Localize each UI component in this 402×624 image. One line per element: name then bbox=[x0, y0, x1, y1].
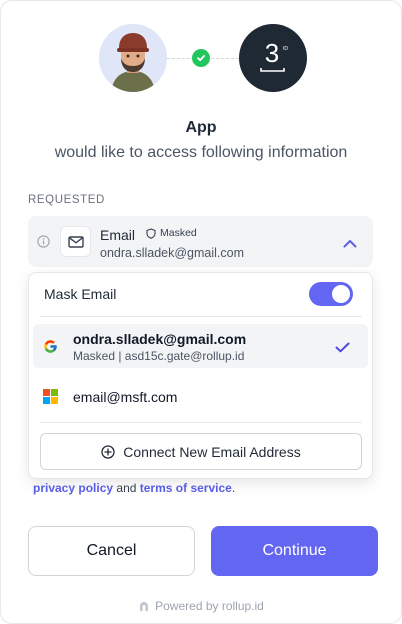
email-option-microsoft[interactable]: email@msft.com bbox=[33, 376, 368, 416]
option-email: ondra.slladek@gmail.com bbox=[73, 331, 247, 347]
email-option-google[interactable]: ondra.slladek@gmail.com Masked | asd15c.… bbox=[33, 324, 368, 368]
app-logo: 3 ID bbox=[239, 24, 307, 92]
connect-new-email-button[interactable]: Connect New Email Address bbox=[40, 433, 362, 470]
authorization-card: 3 ID App would like to access following … bbox=[0, 0, 402, 624]
plus-circle-icon bbox=[101, 444, 115, 459]
app-name: App bbox=[185, 119, 217, 136]
user-avatar bbox=[99, 24, 167, 92]
access-subtitle: would like to access following informati… bbox=[54, 144, 348, 161]
toggle-knob bbox=[332, 285, 350, 303]
powered-by-footer: Powered by rollup.id bbox=[1, 599, 401, 613]
chevron-up-icon[interactable] bbox=[343, 235, 357, 253]
terms-of-service-link[interactable]: terms of service bbox=[140, 481, 232, 495]
requested-section-label: REQUESTED bbox=[28, 194, 105, 206]
continue-button[interactable]: Continue bbox=[211, 526, 378, 576]
mask-email-toggle[interactable] bbox=[309, 282, 353, 306]
masked-badge: Masked bbox=[146, 227, 197, 239]
app-logo-superscript: ID bbox=[283, 46, 288, 52]
email-selector-dropdown: Mask Email ondra.slladek@gmail.com Maske… bbox=[28, 272, 373, 479]
check-icon bbox=[335, 340, 350, 358]
legal-period: . bbox=[231, 481, 236, 495]
mask-email-label: Mask Email bbox=[44, 286, 117, 302]
connect-new-email-label: Connect New Email Address bbox=[123, 443, 301, 460]
cancel-button[interactable]: Cancel bbox=[28, 526, 195, 576]
microsoft-icon bbox=[43, 389, 58, 409]
divider bbox=[40, 422, 362, 423]
privacy-policy-link[interactable]: privacy policy bbox=[33, 481, 113, 495]
rollup-logo-icon bbox=[140, 602, 149, 611]
info-icon[interactable] bbox=[37, 235, 50, 253]
masked-badge-label: Masked bbox=[160, 227, 197, 239]
requested-email-row[interactable]: Email Masked ondra.slladek@gmail.com bbox=[28, 216, 373, 267]
mail-icon bbox=[60, 226, 91, 257]
option-detail: Masked | asd15c.gate@rollup.id bbox=[73, 349, 245, 363]
shield-icon bbox=[146, 227, 156, 239]
app-logo-text: 3 bbox=[265, 38, 279, 68]
legal-text: privacy policy and terms of service. bbox=[33, 481, 235, 495]
option-email: email@msft.com bbox=[73, 389, 178, 405]
legal-connector: and bbox=[116, 481, 137, 495]
avatar-connection: 3 ID bbox=[99, 24, 307, 92]
divider bbox=[40, 316, 362, 317]
google-icon bbox=[43, 339, 58, 359]
powered-by-label: Powered by rollup.id bbox=[155, 599, 264, 613]
requested-item-value: ondra.slladek@gmail.com bbox=[100, 246, 245, 260]
requested-item-title: Email bbox=[100, 227, 136, 243]
check-circle-icon bbox=[192, 49, 210, 67]
